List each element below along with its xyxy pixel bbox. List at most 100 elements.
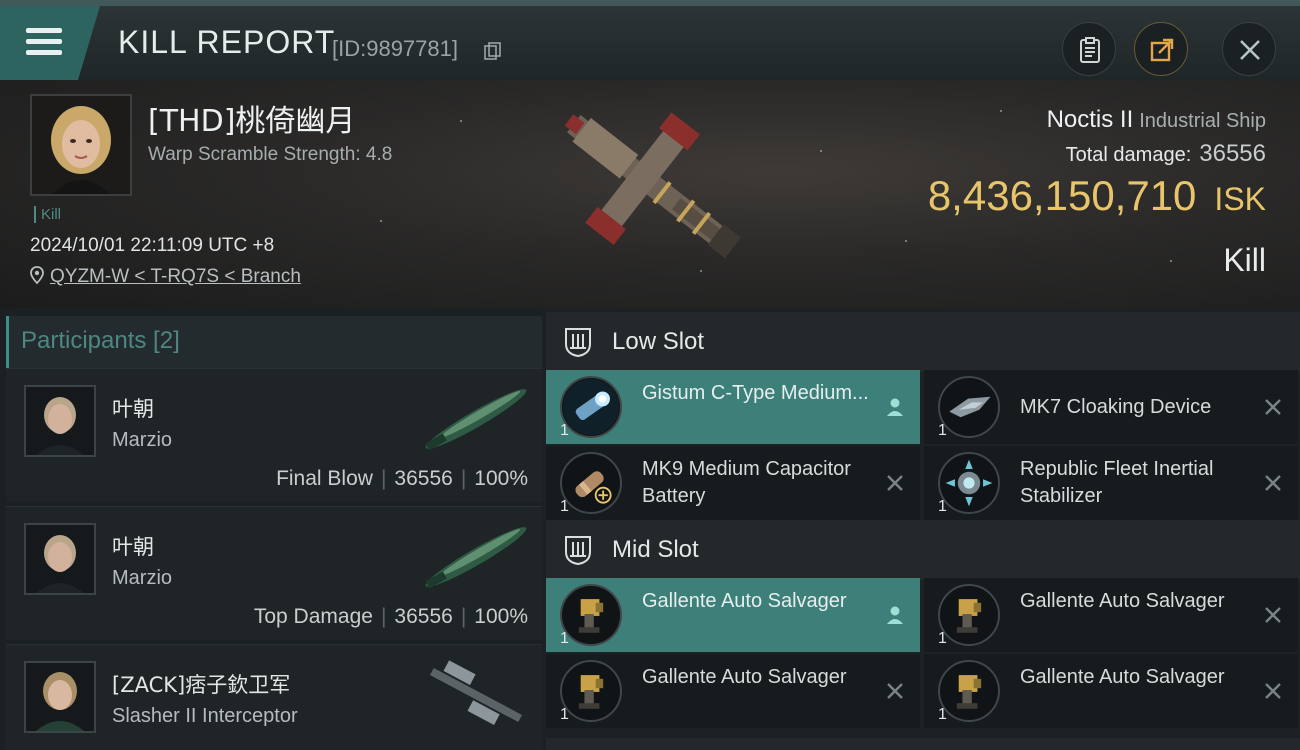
- ship-class: Industrial Ship: [1139, 110, 1266, 132]
- close-button[interactable]: [1222, 22, 1276, 76]
- mid-slot-label: Mid Slot: [612, 536, 699, 563]
- damage-label: Total damage:: [1065, 144, 1192, 166]
- avatar: [24, 523, 96, 595]
- top-bar: KILL REPORT [ID:9897781]: [0, 0, 1300, 80]
- close-icon[interactable]: [884, 472, 906, 494]
- module-item[interactable]: 1 Republic Fleet Inertial Stabilizer: [924, 446, 1298, 520]
- participant-pct: 100%: [474, 467, 528, 490]
- isk-unit: ISK: [1214, 181, 1266, 217]
- victim-panel: [THD]桃倚幽月 Warp Scramble Strength: 4.8 Ki…: [0, 80, 1300, 308]
- participant-role: Top Damage: [253, 605, 373, 628]
- module-item[interactable]: 1 Gallente Auto Salvager: [546, 578, 920, 652]
- participant-name: 叶朝: [112, 535, 154, 559]
- share-icon: [1150, 38, 1174, 62]
- menu-button[interactable]: [0, 6, 100, 80]
- kill-tag: Kill: [34, 206, 61, 223]
- low-slot-icon: [565, 328, 591, 358]
- mid-slot-icon: [565, 536, 591, 566]
- module-qty: 1: [560, 498, 569, 515]
- participant-damage: 36556: [394, 605, 453, 628]
- participant-name: 叶朝: [112, 397, 154, 421]
- mid-slot-header: Mid Slot: [546, 520, 1300, 580]
- total-damage: Total damage: 36556: [1066, 140, 1266, 168]
- module-name: Republic Fleet Inertial Stabilizer: [1020, 458, 1214, 507]
- kill-datetime: 2024/10/01 22:11:09 UTC +8: [30, 235, 275, 256]
- participant-ship-image: [429, 660, 523, 725]
- module-qty: 1: [938, 498, 947, 515]
- participant-row[interactable]: [ZACK]痞子欽卫军 Slasher II Interceptor: [6, 644, 542, 750]
- module-item[interactable]: 1 Gallente Auto Salvager: [924, 654, 1298, 728]
- module-name: Gallente Auto Salvager: [1020, 590, 1225, 612]
- person-icon[interactable]: [884, 396, 906, 418]
- module-name: MK9 Medium Capacitor Battery: [642, 458, 851, 507]
- damage-value: 36556: [1199, 140, 1266, 167]
- avatar: [24, 385, 96, 457]
- participant-role: Final Blow: [276, 467, 373, 490]
- module-item[interactable]: 1 MK9 Medium Capacitor Battery: [546, 446, 920, 520]
- copy-icon[interactable]: [484, 42, 502, 60]
- module-qty: 1: [938, 706, 947, 723]
- location-pin-icon: [30, 266, 44, 285]
- module-item[interactable]: 1 Gallente Auto Salvager: [546, 654, 920, 728]
- participant-ship-image: [425, 389, 527, 451]
- inertial-stabilizer-icon: [938, 452, 1000, 514]
- armor-repairer-icon: [560, 376, 622, 438]
- module-item[interactable]: 1 Gistum C-Type Medium...: [546, 370, 920, 444]
- location-link[interactable]: QYZM-W < T-RQ7S < Branch: [30, 266, 301, 288]
- salvager-icon: [560, 584, 622, 646]
- module-name: Gallente Auto Salvager: [1020, 666, 1225, 688]
- victim-ship-image: [564, 112, 741, 259]
- ship-name: Noctis II: [1046, 106, 1134, 133]
- salvager-icon: [560, 660, 622, 722]
- module-qty: 1: [938, 422, 947, 439]
- participant-ship-image: [425, 527, 527, 589]
- report-id: [ID:9897781]: [332, 36, 458, 61]
- close-icon: [1240, 40, 1260, 60]
- low-slot-header: Low Slot: [546, 312, 1300, 372]
- isk-value-line: 8,436,150,710 ISK: [928, 172, 1266, 220]
- capacitor-battery-icon: [560, 452, 622, 514]
- salvager-icon: [938, 584, 1000, 646]
- location-text: QYZM-W < T-RQ7S < Branch: [50, 266, 301, 287]
- share-button[interactable]: [1134, 22, 1188, 76]
- salvager-icon: [938, 660, 1000, 722]
- module-name: Gallente Auto Salvager: [642, 590, 847, 612]
- isk-value: 8,436,150,710: [927, 172, 1197, 219]
- clipboard-icon: [1080, 37, 1100, 63]
- close-icon[interactable]: [1262, 680, 1284, 702]
- close-icon[interactable]: [1262, 604, 1284, 626]
- close-icon[interactable]: [1262, 396, 1284, 418]
- participants-panel: Participants [2] 叶朝 Marzio Final Blow | 36…: [0, 308, 542, 750]
- participant-pct: 100%: [474, 605, 528, 628]
- module-item[interactable]: 1 MK7 Cloaking Device: [924, 370, 1298, 444]
- avatar: [32, 96, 130, 194]
- participant-row[interactable]: 叶朝 Marzio Top Damage | 36556 | 100%: [6, 506, 542, 640]
- participant-ship: Slasher II Interceptor: [112, 705, 298, 727]
- module-item[interactable]: 1 Gallente Auto Salvager: [924, 578, 1298, 652]
- scramble-strength: Warp Scramble Strength: 4.8: [148, 144, 393, 165]
- victim-name[interactable]: [THD]桃倚幽月: [148, 96, 355, 140]
- module-qty: 1: [938, 630, 947, 647]
- participant-damage: 36556: [394, 467, 453, 490]
- fitting-panel: Low Slot 1 Gistum C-Type Medium... 1 MK7…: [542, 308, 1300, 750]
- clipboard-button[interactable]: [1062, 22, 1116, 76]
- ship-info: Noctis II Industrial Ship: [1047, 106, 1266, 134]
- participant-row[interactable]: 叶朝 Marzio Final Blow | 36556 | 100%: [6, 368, 542, 502]
- module-name: Gistum C-Type Medium...: [642, 382, 869, 404]
- module-name: Gallente Auto Salvager: [642, 666, 847, 688]
- victim-portrait[interactable]: [30, 94, 132, 196]
- module-qty: 1: [560, 422, 569, 439]
- close-icon[interactable]: [1262, 472, 1284, 494]
- module-name: MK7 Cloaking Device: [1020, 396, 1212, 418]
- participant-stats: Top Damage | 36556 | 100%: [253, 605, 528, 628]
- cloaking-device-icon: [938, 376, 1000, 438]
- module-qty: 1: [560, 706, 569, 723]
- avatar: [24, 661, 96, 733]
- close-icon[interactable]: [884, 680, 906, 702]
- page-title: KILL REPORT: [118, 24, 336, 60]
- participant-name: [ZACK]痞子欽卫军: [112, 673, 291, 697]
- hamburger-icon: [26, 28, 62, 33]
- person-icon[interactable]: [884, 604, 906, 626]
- kill-result: Kill: [1223, 242, 1266, 278]
- module-qty: 1: [560, 630, 569, 647]
